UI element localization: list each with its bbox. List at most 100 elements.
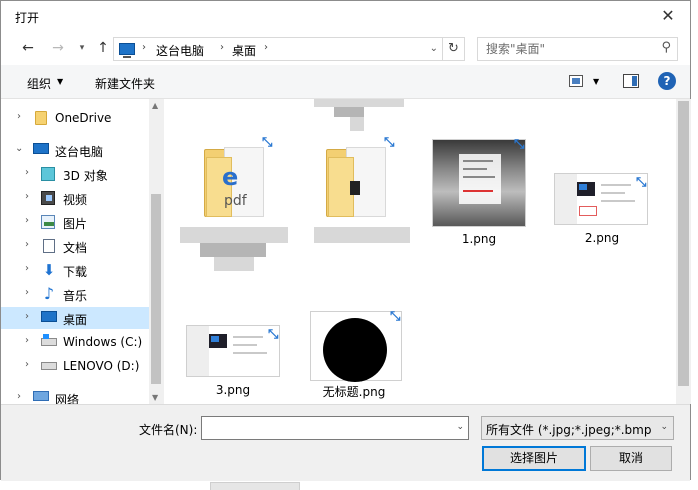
- folder-icon: [35, 111, 47, 125]
- new-folder-button[interactable]: 新建文件夹: [95, 75, 155, 92]
- list-item[interactable]: e pdf ⤡: [180, 135, 288, 280]
- document-mark: [350, 181, 360, 195]
- chevron-down-icon[interactable]: ⌄: [15, 143, 23, 154]
- select-image-button[interactable]: 选择图片: [482, 446, 586, 471]
- sidebar-item-videos[interactable]: › 视频: [1, 187, 149, 209]
- scroll-up-icon[interactable]: ▲: [152, 101, 158, 110]
- pdf-e-glyph: e: [222, 163, 239, 191]
- chevron-right-icon[interactable]: ›: [25, 359, 29, 370]
- sidebar-item-desktop[interactable]: › 桌面: [1, 307, 149, 329]
- navigation-scrollbar[interactable]: ▲ ▼: [149, 99, 163, 404]
- chevron-down-icon[interactable]: ⌄: [660, 422, 668, 432]
- chevron-right-icon[interactable]: ›: [17, 391, 21, 402]
- filename-label: 文件名(N):: [139, 423, 198, 437]
- sidebar-item-pictures[interactable]: › 图片: [1, 211, 149, 233]
- cancel-button[interactable]: 取消: [590, 446, 672, 471]
- sidebar-item-lenovo-d[interactable]: › LENOVO (D:): [1, 355, 149, 377]
- list-item[interactable]: ⤡ 1.png: [432, 137, 532, 254]
- sidebar-item-label: 这台电脑: [55, 145, 104, 159]
- screenshot-sidebar: [555, 174, 577, 224]
- organize-dropdown-icon[interactable]: ▼: [57, 77, 63, 86]
- folder-icon: [326, 141, 386, 217]
- dialog-footer: 文件名(N): ⌄ 所有文件 (*.jpg;*.jpeg;*.bmp;*. ⌄ …: [1, 404, 690, 481]
- chevron-right-icon[interactable]: ›: [25, 215, 29, 226]
- file-name: 1.png: [461, 232, 497, 246]
- chevron-right-icon[interactable]: ›: [25, 239, 29, 250]
- chevron-right-icon[interactable]: ›: [25, 311, 29, 322]
- open-file-dialog: 打开 ✕ ← → ▾ ↑ › 这台电脑 › 桌面 › ⌄ ↻ ⚲ 组织 ▼ 新建…: [0, 0, 691, 481]
- organize-button[interactable]: 组织: [27, 75, 51, 92]
- chevron-right-icon[interactable]: ›: [25, 263, 29, 274]
- refresh-button[interactable]: ↻: [443, 37, 465, 61]
- navigation-bar: ← → ▾ ↑ › 这台电脑 › 桌面 › ⌄ ↻ ⚲: [1, 31, 690, 65]
- obscured-filename: [214, 257, 254, 271]
- sidebar-item-windows-c[interactable]: › Windows (C:): [1, 331, 149, 353]
- drive-icon: [41, 362, 57, 370]
- sidebar-item-this-pc[interactable]: ⌄ 这台电脑: [1, 139, 149, 161]
- chevron-right-icon[interactable]: ›: [25, 335, 29, 346]
- search-input[interactable]: [478, 38, 653, 60]
- breadcrumb-separator[interactable]: ›: [142, 42, 146, 53]
- chevron-right-icon[interactable]: ›: [17, 111, 21, 122]
- dialog-title: 打开: [15, 11, 40, 25]
- sidebar-item-onedrive[interactable]: › OneDrive: [1, 107, 149, 129]
- breadcrumb-separator[interactable]: ›: [264, 42, 268, 53]
- obscured-label: [350, 117, 364, 131]
- chevron-right-icon[interactable]: ›: [25, 191, 29, 202]
- sidebar-item-label: 3D 对象: [63, 169, 108, 183]
- file-name: 无标题.png: [322, 385, 386, 399]
- recent-locations-button[interactable]: ▾: [73, 39, 91, 57]
- close-button[interactable]: ✕: [646, 1, 690, 31]
- screenshot-highlight: [579, 206, 597, 216]
- breadcrumb-desktop[interactable]: 桌面: [232, 42, 256, 59]
- desktop-icon: [41, 311, 57, 322]
- breadcrumb-separator[interactable]: ›: [220, 42, 224, 53]
- sidebar-item-downloads[interactable]: › ⬇ 下载: [1, 259, 149, 281]
- sidebar-item-music[interactable]: › ♪ 音乐: [1, 283, 149, 305]
- list-item[interactable]: ⤡ 2.png: [552, 173, 652, 253]
- chevron-right-icon[interactable]: ›: [25, 167, 29, 178]
- help-icon[interactable]: ?: [658, 72, 676, 90]
- search-icon[interactable]: ⚲: [661, 40, 671, 55]
- chevron-right-icon[interactable]: ›: [25, 287, 29, 298]
- sidebar-item-label: Windows (C:): [63, 335, 143, 349]
- computer-icon: [119, 43, 135, 58]
- list-item[interactable]: ⤡: [314, 135, 414, 280]
- file-type-select[interactable]: 所有文件 (*.jpg;*.jpeg;*.bmp;*. ⌄: [481, 416, 674, 440]
- shortcut-arrow-icon: ⤡: [390, 309, 401, 324]
- documents-icon: [43, 239, 55, 253]
- list-item[interactable]: ⤡ 3.png: [186, 325, 286, 404]
- sidebar-item-documents[interactable]: › 文档: [1, 235, 149, 257]
- preview-pane-icon[interactable]: [623, 74, 639, 88]
- screenshot-line: [233, 344, 257, 346]
- pdf-text-glyph: pdf: [224, 193, 247, 209]
- scroll-down-icon[interactable]: ▼: [152, 393, 158, 402]
- screenshot-accent: [579, 184, 587, 190]
- obscured-filename: [200, 243, 266, 257]
- filename-combobox[interactable]: ⌄: [201, 416, 469, 440]
- scroll-thumb[interactable]: [151, 194, 161, 384]
- breadcrumb-this-pc[interactable]: 这台电脑: [156, 42, 204, 59]
- list-item[interactable]: ⤡ 无标题.png: [310, 309, 410, 404]
- change-view-icon[interactable]: [569, 75, 583, 87]
- menu-line: [463, 176, 495, 178]
- chevron-down-icon[interactable]: ⌄: [430, 43, 438, 54]
- scroll-thumb[interactable]: [678, 101, 689, 386]
- filename-input[interactable]: [202, 417, 450, 439]
- address-bar[interactable]: › 这台电脑 › 桌面 › ⌄: [113, 37, 443, 61]
- shortcut-arrow-icon: ⤡: [384, 135, 395, 150]
- pictures-icon: [41, 215, 55, 229]
- file-list-scrollbar[interactable]: [676, 99, 691, 404]
- up-button[interactable]: ↑: [94, 39, 112, 57]
- shortcut-arrow-icon: ⤡: [514, 137, 525, 152]
- file-name: 3.png: [215, 383, 251, 397]
- chevron-down-icon[interactable]: ⌄: [456, 422, 464, 432]
- back-button[interactable]: ←: [19, 39, 37, 57]
- sidebar-item-network[interactable]: › 网络: [1, 387, 149, 404]
- search-box[interactable]: ⚲: [477, 37, 678, 61]
- view-options-dropdown-icon[interactable]: ▼: [593, 77, 599, 86]
- sidebar-item-3d-objects[interactable]: › 3D 对象: [1, 163, 149, 185]
- music-icon: ♪: [43, 284, 55, 303]
- forward-button[interactable]: →: [49, 39, 67, 57]
- shortcut-arrow-icon: ⤡: [262, 135, 273, 150]
